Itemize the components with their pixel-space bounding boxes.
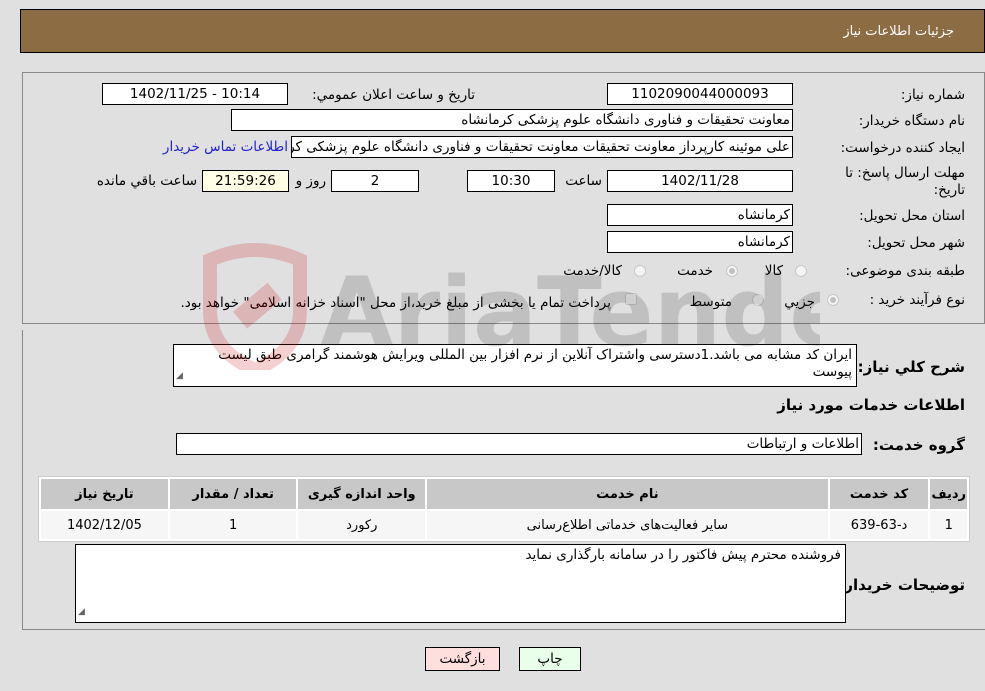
cell-service-name: سایر فعالیت‌های خدماتی اطلاع‌رسانی	[427, 511, 828, 539]
requester-field: علی موئینه کارپرداز معاونت تحقیقات معاون…	[291, 136, 793, 158]
service-group-label: گروه خدمت:	[872, 436, 965, 454]
city-label: شهر محل تحویل:	[867, 235, 965, 251]
service-group-field: اطلاعات و ارتباطات	[176, 433, 862, 455]
category-radio-goods-service[interactable]	[634, 265, 646, 277]
resize-grip-icon[interactable]: ◢	[176, 368, 183, 385]
treasury-note: پرداخت تمام یا بخشی از مبلغ خرید،از محل …	[180, 295, 611, 311]
category-option-service: خدمت	[677, 263, 713, 279]
col-unit: واحد اندازه گیری	[298, 479, 426, 509]
treasury-checkbox[interactable]	[625, 293, 637, 305]
page-header: جزئیات اطلاعات نیاز	[20, 9, 985, 53]
print-button[interactable]: چاپ	[519, 647, 581, 671]
services-table: ردیف کد خدمت نام خدمت واحد اندازه گیری ت…	[38, 476, 970, 542]
cell-quantity: 1	[169, 511, 297, 539]
days-label: روز و	[295, 173, 326, 189]
purchase-type-radio-medium[interactable]	[752, 294, 764, 306]
description-label: شرح كلي نياز:	[857, 358, 965, 376]
category-radio-goods[interactable]	[795, 265, 807, 277]
purchase-type-option-medium: متوسط	[689, 294, 732, 310]
cell-service-code: د-63-639	[829, 511, 929, 539]
deadline-label-line2: تاریخ:	[933, 182, 965, 198]
col-quantity: تعداد / مقدار	[169, 479, 297, 509]
province-label: استان محل تحویل:	[859, 208, 965, 224]
buyer-notes-text: فروشنده محترم پیش فاکتور را در سامانه با…	[525, 547, 841, 563]
col-service-name: نام خدمت	[427, 479, 828, 509]
page-title: جزئیات اطلاعات نیاز	[843, 24, 954, 39]
category-radio-service[interactable]	[726, 265, 738, 277]
category-label: طبقه بندی موضوعی:	[845, 263, 965, 279]
buyer-notes-label: توضیحات خریدار:	[838, 576, 965, 594]
buyer-contact-link[interactable]: اطلاعات تماس خریدار	[163, 139, 288, 155]
category-option-goods: کالا	[764, 263, 783, 279]
col-row-number: ردیف	[930, 479, 967, 509]
category-option-goods-service: کالا/خدمت	[563, 263, 622, 279]
table-row: 1 د-63-639 سایر فعالیت‌های خدماتی اطلاع‌…	[41, 511, 967, 539]
buyer-org-label: نام دستگاه خریدار:	[858, 113, 965, 129]
days-remaining-field: 2	[331, 170, 419, 192]
announce-datetime-label: تاریخ و ساعت اعلان عمومي:	[312, 87, 475, 103]
resize-grip-icon[interactable]: ◢	[78, 604, 85, 621]
purchase-type-label: نوع فرآیند خرید :	[869, 292, 965, 308]
requester-label: ایجاد کننده درخواست:	[840, 140, 965, 156]
announce-datetime-field: 1402/11/25 - 10:14	[102, 83, 288, 105]
cell-row-number: 1	[930, 511, 967, 539]
cell-unit: رکورد	[298, 511, 426, 539]
col-service-code: کد خدمت	[829, 479, 929, 509]
buyer-notes-textarea[interactable]: فروشنده محترم پیش فاکتور را در سامانه با…	[75, 544, 846, 623]
deadline-date-field: 1402/11/28	[607, 170, 793, 192]
description-textarea[interactable]: ایران کد مشابه می باشد.1دسترسی واشتراک آ…	[173, 344, 857, 387]
col-need-date: تاریخ نیاز	[41, 479, 168, 509]
purchase-type-radio-minor[interactable]	[827, 294, 839, 306]
need-number-label: شماره نیاز:	[900, 87, 965, 103]
services-section-title: اطلاعات خدمات مورد نیاز	[777, 396, 965, 414]
time-remaining-field: 21:59:26	[202, 170, 289, 192]
deadline-label-line1: مهلت ارسال پاسخ: تا	[845, 165, 965, 181]
back-button[interactable]: بازگشت	[425, 647, 500, 671]
need-number-field: 1102090044000093	[607, 83, 793, 105]
province-field: کرمانشاه	[607, 204, 793, 226]
deadline-time-label: ساعت	[565, 173, 602, 189]
services-table-header: ردیف کد خدمت نام خدمت واحد اندازه گیری ت…	[41, 479, 967, 509]
description-text: ایران کد مشابه می باشد.1دسترسی واشتراک آ…	[218, 347, 852, 380]
purchase-type-option-minor: جزيي	[784, 294, 815, 310]
deadline-time-field: 10:30	[467, 170, 555, 192]
city-field: کرمانشاه	[607, 231, 793, 253]
time-remaining-label: ساعت باقي مانده	[96, 173, 197, 189]
buyer-org-field: معاونت تحقیقات و فناوری دانشگاه علوم پزش…	[231, 109, 793, 131]
cell-need-date: 1402/12/05	[41, 511, 168, 539]
